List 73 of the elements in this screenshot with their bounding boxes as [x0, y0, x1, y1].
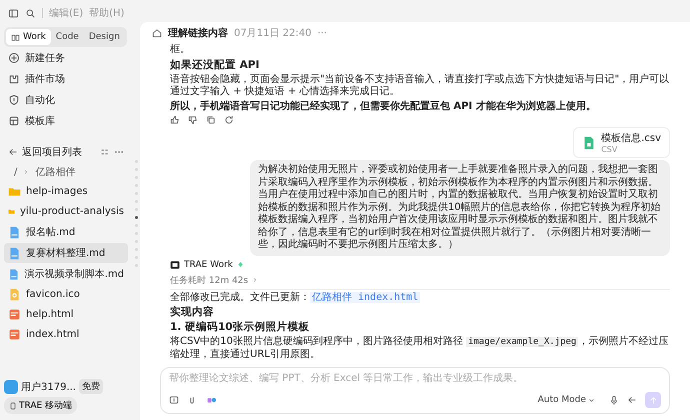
task-duration[interactable]: 任务耗时 12m 42s [170, 274, 248, 287]
conversation-title: 理解链接内容 [168, 26, 228, 40]
attachment-card[interactable]: 模板信息.csv CSV [573, 127, 670, 158]
nav-item[interactable]: 模板库 [25, 114, 55, 128]
markdown-file-icon [8, 268, 20, 280]
diamond-icon [236, 261, 244, 268]
file-item[interactable]: favicon.ico [4, 285, 128, 304]
send-button[interactable] [645, 392, 661, 408]
back-arrow-icon [8, 147, 18, 157]
file-item[interactable]: 演示视频录制脚本.md [4, 264, 128, 284]
caret-icon [588, 396, 595, 404]
agent-logo-icon [170, 260, 180, 270]
thumbs-up-icon [170, 115, 180, 126]
timestamp: 07月11日 22:40 [234, 27, 312, 40]
mode-dropdown[interactable]: Auto Mode [532, 394, 601, 406]
back-to-projects-link[interactable]: 返回项目列表 [22, 145, 96, 159]
chevron-icon [252, 277, 258, 284]
nav-item[interactable]: 插件市场 [25, 72, 65, 86]
reply-heading: 如果还没配置 API [170, 58, 260, 72]
sidebar-toggle-icon [8, 8, 19, 18]
mode-tab[interactable]: Design [84, 29, 125, 45]
file-item[interactable]: help.html [4, 305, 128, 324]
html-file-icon [8, 328, 21, 341]
microphone-icon [609, 395, 619, 405]
file-item[interactable]: yilu-product-analysis [4, 202, 128, 221]
home-icon [152, 28, 162, 38]
markdown-file-icon [8, 246, 21, 260]
plugin-logos-icon [205, 395, 219, 405]
mode-tab[interactable]: Code [50, 29, 84, 45]
chevron-icon [23, 169, 30, 175]
file-item[interactable]: help-images [4, 182, 128, 201]
attachment-name: 模板信息.csv [601, 132, 661, 146]
reply-paragraph: 将CSV中的10张照片信息硬编码到程序中，图片路径使用相对路径 image/example_X.jpeg ，示例照片不经过压缩处理，直接通过URL引用原图。 [170, 336, 670, 362]
reply-text: 框。 [170, 44, 191, 56]
reply-conclusion: 所以，手机端语音写日记功能已经实现了，但需要你先配置豆包 API 才能在华为浏览器上使用。 [170, 100, 597, 114]
mobile-app-button[interactable]: TRAE 移动端 [4, 397, 78, 414]
attachment-type: CSV [601, 145, 618, 154]
file-item[interactable]: 复赛材料整理.md [4, 243, 128, 263]
spreadsheet-file-icon [582, 136, 596, 150]
nav-item[interactable]: 新建任务 [25, 51, 65, 65]
image-file-icon [8, 288, 21, 301]
mode-tab[interactable]: Work [6, 29, 51, 45]
plus-circle-icon [8, 52, 20, 64]
attach-screen-icon [169, 395, 179, 405]
reply-heading: 实现内容 [170, 306, 215, 320]
avatar[interactable] [4, 380, 18, 394]
template-icon [8, 115, 20, 127]
status-text: 全部修改已完成。文件已更新： 亿路相伴 index.html [170, 292, 422, 304]
user-message: 为解决初始使用无照片，评委或初始使用者一上手就要准备照片录入的问题，我想把一套图片采取编码入程序里作为示例模板，初始示例模板作为本程序的内置示例图片和示例数据。当用户在使用过程中添加自己的图片时，内置的数据被取代。当用户恢复初始设置时又取初始模板的数据和照片作为示例。为此我提供10幅照片的信息表给你，你把它转换为程序初始模板数据编入程序，当初始用户首次使用该应用时显示示例模板的数据和图片。图片我就不给你了，信息表里有它的url到时我在相对位置提供照片就行了。（示例图片相对要清晰一些，因此编码时不要把示例图片压缩太多。） [250, 160, 670, 256]
view-toggle-icon [100, 147, 110, 157]
scroll-marker[interactable] [134, 216, 138, 219]
breadcrumb-root[interactable]: / [14, 166, 18, 178]
arrow-up-icon [648, 396, 658, 404]
copy-icon [206, 115, 216, 126]
breadcrumb-folder[interactable]: 亿路相伴 [35, 165, 76, 179]
reply-paragraph: 语音按钮会隐藏，页面会显示提示"当前设备不支持语音输入，请直接打字或点选下方快捷短语与日记"，用户可以通过文字输入 + 快捷短语 + 心情选择来完成日记。 [170, 74, 670, 99]
nav-item[interactable]: 自动化 [25, 93, 55, 107]
refresh-icon [224, 115, 234, 126]
plan-badge: 免费 [79, 379, 103, 394]
agent-name: TRAE Work [184, 260, 233, 270]
file-item[interactable]: index.html [4, 325, 128, 344]
file-link[interactable]: 亿路相伴 index.html [310, 292, 420, 303]
arrow-left-icon [627, 395, 637, 405]
file-item[interactable]: 报名帖.md [4, 222, 128, 242]
shield-icon [8, 94, 20, 106]
markdown-file-icon [8, 226, 21, 238]
html-file-icon [8, 308, 21, 321]
reply-subheading: 1. 硬编码10张示例照片模板 [170, 321, 311, 334]
thumbs-down-icon [188, 115, 198, 126]
search-icon [25, 8, 36, 18]
book-icon [11, 32, 20, 42]
phone-icon [9, 402, 17, 410]
user-name: 用户3179... [21, 380, 76, 394]
